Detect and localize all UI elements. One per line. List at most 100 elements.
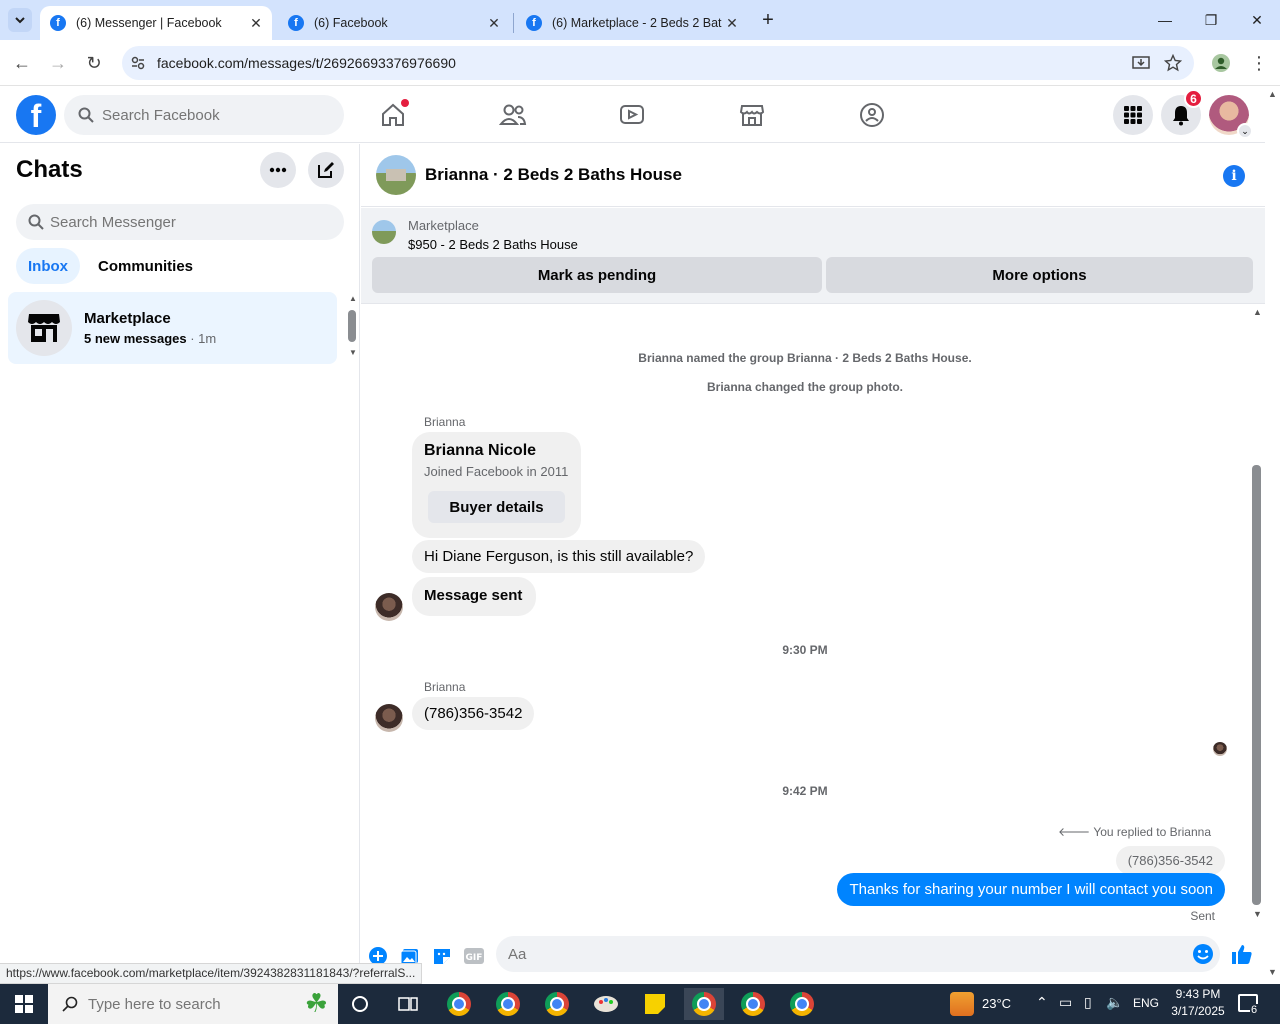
emoji-icon[interactable] <box>1192 943 1214 965</box>
timestamp: 9:42 PM <box>782 784 828 798</box>
messenger-search-input[interactable] <box>50 213 310 231</box>
profile-icon[interactable] <box>1206 48 1236 78</box>
notification-badge: 6 <box>1184 89 1203 108</box>
more-options-button[interactable]: More options <box>826 257 1253 293</box>
minimize-button[interactable]: — <box>1142 0 1188 40</box>
buyer-name: Brianna Nicole <box>424 442 537 459</box>
paint-app-icon[interactable] <box>586 988 626 1020</box>
tab-marketplace[interactable]: f (6) Marketplace - 2 Beds 2 Bath ✕ <box>516 6 748 40</box>
buyer-card: Brianna Nicole Joined Facebook in 2011 B… <box>412 432 581 538</box>
chrome-taskbar-icon[interactable] <box>733 988 773 1020</box>
language-indicator[interactable]: ENG <box>1133 996 1159 1010</box>
gif-icon[interactable]: GIF <box>462 944 486 968</box>
reload-button[interactable]: ↻ <box>79 48 109 78</box>
omnibox[interactable]: facebook.com/messages/t/2692669337697669… <box>122 46 1194 80</box>
outgoing-message[interactable]: Thanks for sharing your number I will co… <box>837 873 1225 906</box>
close-window-button[interactable]: ✕ <box>1234 0 1280 40</box>
chrome-taskbar-icon[interactable] <box>782 988 822 1020</box>
chat-list-scrollbar[interactable]: ▲ ▼ <box>346 294 358 358</box>
sender-avatar[interactable] <box>375 593 403 621</box>
weather-icon[interactable] <box>950 992 974 1016</box>
marketplace-banner: Marketplace $950 - 2 Beds 2 Baths House … <box>361 208 1265 304</box>
sticky-notes-icon[interactable] <box>635 988 675 1020</box>
taskbar-search-input[interactable] <box>88 995 238 1013</box>
install-app-icon[interactable] <box>1132 54 1150 72</box>
group-photo[interactable] <box>376 155 416 195</box>
sender-name: Brianna <box>424 680 466 694</box>
message-input-box[interactable] <box>496 936 1220 972</box>
close-tab-icon[interactable]: ✕ <box>246 15 266 32</box>
chrome-menu-icon[interactable]: ⋮ <box>1244 48 1274 78</box>
tab-messenger[interactable]: f (6) Messenger | Facebook ✕ <box>40 6 272 40</box>
new-tab-button[interactable]: + <box>752 0 784 40</box>
chrome-taskbar-icon[interactable] <box>537 988 577 1020</box>
listing-title[interactable]: $950 - 2 Beds 2 Baths House <box>408 237 578 252</box>
weather-temp[interactable]: 23°C <box>982 996 1011 1011</box>
reply-label-text: You replied to Brianna <box>1093 825 1211 839</box>
restore-button[interactable]: ❐ <box>1188 0 1234 40</box>
marketplace-nav-icon[interactable] <box>722 95 782 135</box>
new-message-button[interactable] <box>308 152 344 188</box>
facebook-logo[interactable]: f <box>16 95 56 135</box>
link-status-bar: https://www.facebook.com/marketplace/ite… <box>0 963 423 984</box>
chrome-taskbar-icon[interactable] <box>488 988 528 1020</box>
back-button[interactable]: ← <box>7 48 37 78</box>
cortana-icon[interactable] <box>340 988 380 1020</box>
clock-date[interactable]: 3/17/2025 <box>1166 1004 1230 1018</box>
buyer-details-button[interactable]: Buyer details <box>428 491 565 523</box>
sender-avatar[interactable] <box>375 704 403 732</box>
like-thumb-icon[interactable] <box>1230 942 1254 966</box>
groups-nav-icon[interactable] <box>842 95 902 135</box>
network-icon[interactable]: ▭ <box>1059 994 1072 1011</box>
tab-communities[interactable]: Communities <box>86 248 205 284</box>
facebook-search-input[interactable] <box>102 106 322 124</box>
account-avatar[interactable]: ⌄ <box>1209 95 1253 139</box>
forward-button[interactable]: → <box>43 48 73 78</box>
task-view-icon[interactable] <box>388 988 428 1020</box>
incoming-message[interactable]: Message sent <box>412 577 537 616</box>
facebook-top-nav: f 6 ⌄ <box>0 87 1265 143</box>
browser-tab-strip: f (6) Messenger | Facebook ✕ f (6) Faceb… <box>0 0 1280 40</box>
notifications-button[interactable]: 6 <box>1161 89 1203 135</box>
home-nav-icon[interactable] <box>363 95 423 135</box>
facebook-favicon-icon: f <box>526 15 542 31</box>
mark-as-pending-button[interactable]: Mark as pending <box>372 257 822 293</box>
reply-label: 🡐 You replied to Brianna <box>1058 824 1211 839</box>
volume-icon[interactable]: 🔈 <box>1106 994 1123 1011</box>
tray-chevron-icon[interactable]: ⌃ <box>1036 994 1048 1011</box>
conversation-title[interactable]: Brianna · 2 Beds 2 Baths House <box>425 165 682 185</box>
facebook-search[interactable] <box>64 95 344 135</box>
windows-start-button[interactable] <box>0 984 48 1024</box>
notification-center-count: 6 <box>1250 1004 1259 1016</box>
tab-facebook[interactable]: f (6) Facebook ✕ <box>278 6 510 40</box>
taskbar-search[interactable]: ☘ <box>48 984 338 1024</box>
tab-inbox[interactable]: Inbox <box>16 248 80 284</box>
clock-time[interactable]: 9:43 PM <box>1170 987 1226 1001</box>
message-input[interactable] <box>508 945 1168 963</box>
url-text: facebook.com/messages/t/2692669337697669… <box>157 55 456 71</box>
friends-nav-icon[interactable] <box>483 95 543 135</box>
sticker-icon[interactable] <box>430 944 454 968</box>
battery-icon[interactable]: ▯ <box>1084 994 1092 1011</box>
chrome-taskbar-icon-active[interactable] <box>684 988 724 1020</box>
svg-text:GIF: GIF <box>466 953 483 963</box>
bookmark-star-icon[interactable] <box>1164 54 1182 72</box>
close-tab-icon[interactable]: ✕ <box>722 15 742 32</box>
site-info-icon[interactable] <box>130 55 146 71</box>
quoted-message[interactable]: (786)356-3542 <box>1115 846 1225 875</box>
tab-search-button[interactable] <box>8 8 32 32</box>
thread-scrollbar[interactable]: ▲ ▼ <box>1249 305 1265 925</box>
video-nav-icon[interactable] <box>602 95 662 135</box>
chat-options-button[interactable] <box>260 152 296 188</box>
incoming-message[interactable]: (786)356-3542 <box>412 697 535 730</box>
listing-thumbnail[interactable] <box>372 220 396 244</box>
menu-grid-button[interactable] <box>1113 95 1153 135</box>
conversation-info-icon[interactable]: i <box>1223 165 1245 187</box>
sent-status: Sent <box>1190 909 1215 923</box>
page-scrollbar[interactable]: ▲ ▼ <box>1265 87 1280 984</box>
chrome-taskbar-icon[interactable] <box>439 988 479 1020</box>
close-tab-icon[interactable]: ✕ <box>484 15 504 32</box>
chat-list-item[interactable]: Marketplace 5 new messages · 1m <box>8 292 337 364</box>
incoming-message[interactable]: Hi Diane Ferguson, is this still availab… <box>412 540 706 573</box>
messenger-search[interactable] <box>16 204 344 240</box>
